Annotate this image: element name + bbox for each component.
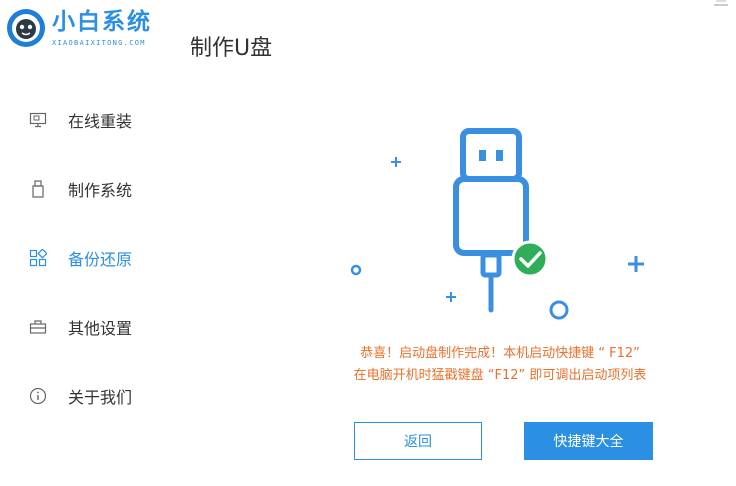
page-title: 制作U盘 — [190, 36, 273, 61]
sidebar-item-online-reinstall[interactable]: 在线重装 — [28, 105, 132, 135]
brand-name: 小白系统 — [52, 9, 152, 35]
success-message: 恭喜！启动盘制作完成！本机启动快捷键 “ F12” — [360, 346, 640, 361]
sidebar-item-label: 在线重装 — [68, 112, 133, 131]
usb-cable-success-icon — [330, 120, 670, 320]
sidebar-item-other-settings[interactable]: 其他设置 — [28, 312, 132, 342]
toolbox-icon — [28, 317, 48, 337]
hotkeys-list-button[interactable]: 快捷键大全 — [524, 422, 653, 460]
sidebar-item-label: 其他设置 — [68, 319, 133, 338]
sidebar-item-make-system[interactable]: 制作系统 — [28, 174, 132, 204]
back-button[interactable]: 返回 — [354, 422, 482, 460]
sidebar-item-label: 关于我们 — [68, 388, 133, 407]
hotkey-hint-message: 在电脑开机时猛戳键盘 “F12” 即可调出启动项列表 — [353, 368, 647, 383]
usb-drive-icon — [28, 179, 48, 199]
grid-apps-icon — [28, 248, 48, 268]
window-control-icon[interactable] — [712, 0, 730, 6]
brand-url: XIAOBAIXITONG.COM — [52, 39, 146, 47]
app-logo-icon — [6, 8, 46, 48]
sidebar-item-label: 备份还原 — [68, 250, 133, 269]
monitor-icon — [28, 110, 48, 130]
sidebar-item-about-us[interactable]: 关于我们 — [28, 381, 132, 411]
info-icon — [28, 386, 48, 406]
sidebar-item-label: 制作系统 — [68, 181, 133, 200]
sidebar-item-backup-restore[interactable]: 备份还原 — [28, 243, 132, 273]
brand: 小白系统 XIAOBAIXITONG.COM — [52, 8, 152, 48]
